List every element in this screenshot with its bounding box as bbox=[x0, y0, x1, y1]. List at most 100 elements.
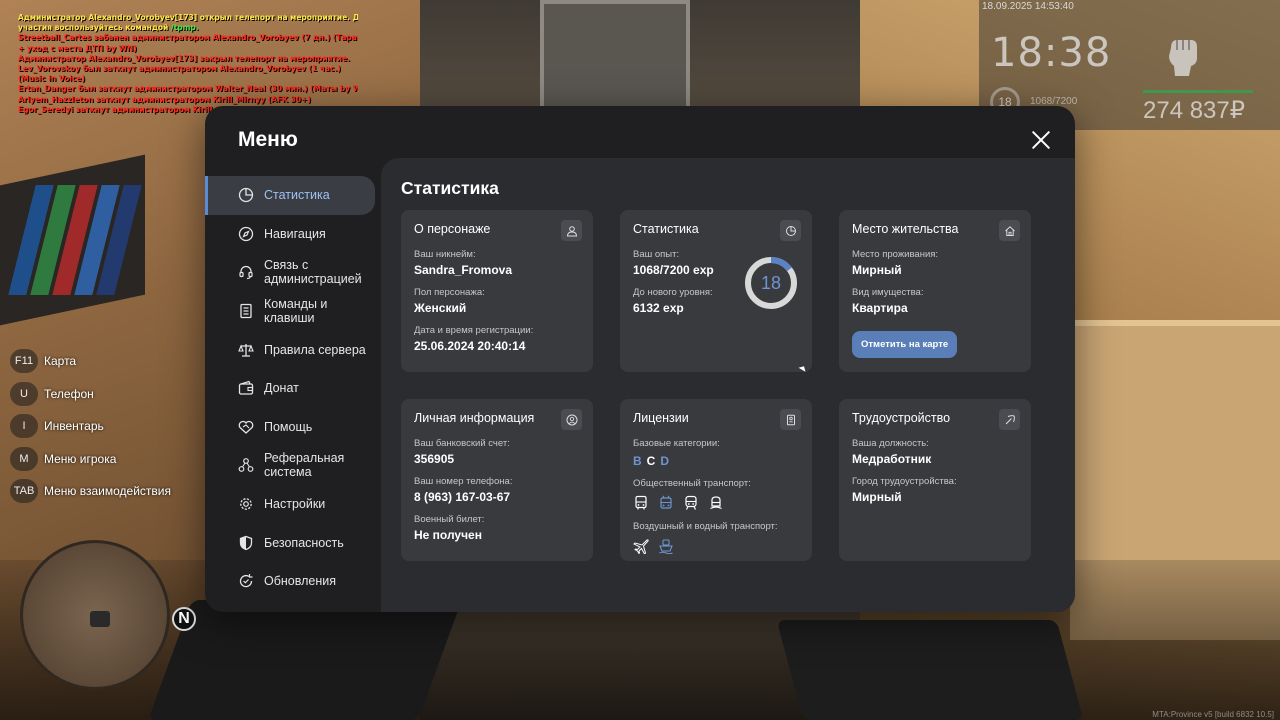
field-label: Ваша должность: bbox=[852, 438, 929, 449]
network-icon bbox=[238, 458, 254, 473]
close-icon[interactable] bbox=[1027, 126, 1055, 154]
sidebar-item-label: Донат bbox=[264, 381, 299, 396]
field-label: Ваш банковский счет: bbox=[414, 438, 510, 449]
sidebar-item-label: Реферальная система bbox=[264, 451, 345, 480]
watermark: MTA:Province v5 [build 6832 10.5] bbox=[1152, 710, 1274, 719]
hotkey-interaction-menu[interactable]: TAB Меню взаимодействия bbox=[10, 475, 171, 508]
menu-window: Меню Статистика Навигация Связь с админи… bbox=[205, 106, 1075, 612]
license-category-c: C bbox=[646, 454, 656, 468]
card-personal: Личная информация Ваш банковский счет: 3… bbox=[401, 399, 593, 561]
sidebar-item-label: Навигация bbox=[264, 226, 326, 241]
hotkey-map[interactable]: F11 Карта bbox=[10, 345, 171, 378]
license-category-b: B bbox=[633, 454, 642, 468]
handshake-icon bbox=[238, 420, 254, 434]
card-title: Трудоустройство bbox=[852, 411, 951, 425]
hotkey-key: F11 bbox=[10, 349, 38, 374]
pie-chart-icon bbox=[780, 220, 801, 241]
sidebar-item-donate[interactable]: Донат bbox=[205, 369, 381, 408]
card-title: О персонаже bbox=[414, 222, 491, 236]
field-label: Базовые категории: bbox=[633, 438, 720, 449]
card-title: Статистика bbox=[633, 222, 699, 236]
employment-city-value: Мирный bbox=[852, 490, 902, 504]
sidebar-item-commands[interactable]: Команды и клавиши bbox=[205, 292, 381, 331]
sidebar-item-rules[interactable]: Правила сервера bbox=[205, 330, 381, 369]
field-label: Военный билет: bbox=[414, 514, 485, 525]
door bbox=[540, 0, 690, 110]
sidebar-item-label: Статистика bbox=[264, 188, 330, 203]
residence-value: Мирный bbox=[852, 263, 902, 277]
tram-icon bbox=[710, 496, 722, 510]
scales-icon bbox=[238, 343, 254, 357]
hud-money: 274 837₽ bbox=[1143, 97, 1246, 124]
sidebar-item-contact-admin[interactable]: Связь с администрацией bbox=[205, 253, 381, 292]
sidebar-item-label: Правила сервера bbox=[264, 342, 366, 357]
level-value: 18 bbox=[760, 272, 782, 293]
hotkey-key: M bbox=[10, 446, 38, 471]
user-circle-icon bbox=[561, 409, 582, 430]
sidebar-item-settings[interactable]: Настройки bbox=[205, 485, 381, 524]
id-card-icon bbox=[780, 409, 801, 430]
train-icon bbox=[685, 495, 697, 510]
headset-icon bbox=[239, 266, 253, 280]
home-icon bbox=[999, 220, 1020, 241]
field-label: Ваш никнейм: bbox=[414, 249, 476, 260]
wallet-icon bbox=[238, 381, 254, 395]
sidebar-item-updates[interactable]: Обновления bbox=[205, 562, 381, 601]
card-stats: Статистика Ваш опыт: 1068/7200 exp До но… bbox=[620, 210, 812, 372]
air-water-transport-icons bbox=[633, 538, 799, 554]
chat-line: Ertan_Danger был заткнут администратором… bbox=[18, 84, 358, 94]
sidebar-item-statistics[interactable]: Статистика bbox=[205, 176, 375, 215]
chat-log: Администратор Alexandro_Vorobyev[173] от… bbox=[18, 13, 358, 115]
hotkey-inventory[interactable]: I Инвентарь bbox=[10, 410, 171, 443]
card-title: Место жительства bbox=[852, 222, 959, 236]
sidebar-item-navigation[interactable]: Навигация bbox=[205, 215, 381, 254]
menu-sidebar: Статистика Навигация Связь с администрац… bbox=[205, 176, 381, 601]
airplane-icon bbox=[633, 539, 649, 554]
shield-icon bbox=[239, 535, 253, 550]
hotkey-key: U bbox=[10, 381, 38, 406]
hotkey-player-menu[interactable]: M Меню игрока bbox=[10, 443, 171, 476]
compass-icon bbox=[238, 226, 254, 242]
license-categories: BCD bbox=[633, 454, 799, 468]
field-label: Место проживания: bbox=[852, 249, 939, 260]
card-title: Лицензии bbox=[633, 411, 689, 425]
hud-clock: 18:38 bbox=[991, 30, 1112, 76]
military-id-value: Не получен bbox=[414, 528, 482, 542]
phone-value: 8 (963) 167-03-67 bbox=[414, 490, 511, 504]
pickaxe-icon bbox=[999, 409, 1020, 430]
registration-value: 25.06.2024 20:40:14 bbox=[414, 339, 526, 353]
hud-date: 18.09.2025 14:53:40 bbox=[982, 1, 1074, 12]
sidebar-item-label: Помощь bbox=[264, 419, 313, 434]
bus-icon bbox=[635, 495, 647, 510]
sidebar-item-label: Настройки bbox=[264, 497, 326, 512]
sidebar-item-referral[interactable]: Реферальная система bbox=[205, 446, 381, 485]
sidebar-item-label: Связь с администрацией bbox=[264, 258, 362, 287]
sidebar-item-security[interactable]: Безопасность bbox=[205, 523, 381, 562]
chat-line: + уход с места ДТП by WN) bbox=[18, 43, 137, 53]
position-value: Медработник bbox=[852, 452, 932, 466]
gear-icon bbox=[240, 498, 252, 510]
chat-line: Streetball_Cartes забанен администраторо… bbox=[18, 33, 358, 43]
fist-icon bbox=[1169, 40, 1197, 76]
refresh-icon bbox=[239, 574, 253, 588]
trolleybus-icon bbox=[660, 495, 672, 509]
gender-value: Женский bbox=[414, 301, 467, 315]
content-title: Статистика bbox=[401, 178, 499, 198]
hotkey-key: I bbox=[10, 414, 38, 439]
sidebar-item-label: Команды и клавиши bbox=[264, 297, 328, 326]
document-icon bbox=[240, 303, 252, 319]
user-icon bbox=[561, 220, 582, 241]
card-licenses: Лицензии Базовые категории: BCD Обществе… bbox=[620, 399, 812, 561]
hotkey-label: Меню игрока bbox=[44, 451, 117, 466]
hotkey-list: F11 Карта U Телефон I Инвентарь M Меню игрок… bbox=[10, 345, 171, 508]
field-label: Пол персонажа: bbox=[414, 287, 485, 298]
player-marker-icon bbox=[90, 611, 110, 627]
pie-chart-icon bbox=[238, 188, 254, 203]
mark-on-map-button[interactable]: Отметить на карте bbox=[852, 331, 958, 358]
hotkey-key: TAB bbox=[10, 479, 38, 504]
sidebar-item-help[interactable]: Помощь bbox=[205, 408, 381, 447]
field-label: Воздушный и водный транспорт: bbox=[633, 521, 778, 532]
field-label: Вид имущества: bbox=[852, 287, 924, 298]
field-label: Ваш номер телефона: bbox=[414, 476, 513, 487]
hotkey-phone[interactable]: U Телефон bbox=[10, 378, 171, 411]
